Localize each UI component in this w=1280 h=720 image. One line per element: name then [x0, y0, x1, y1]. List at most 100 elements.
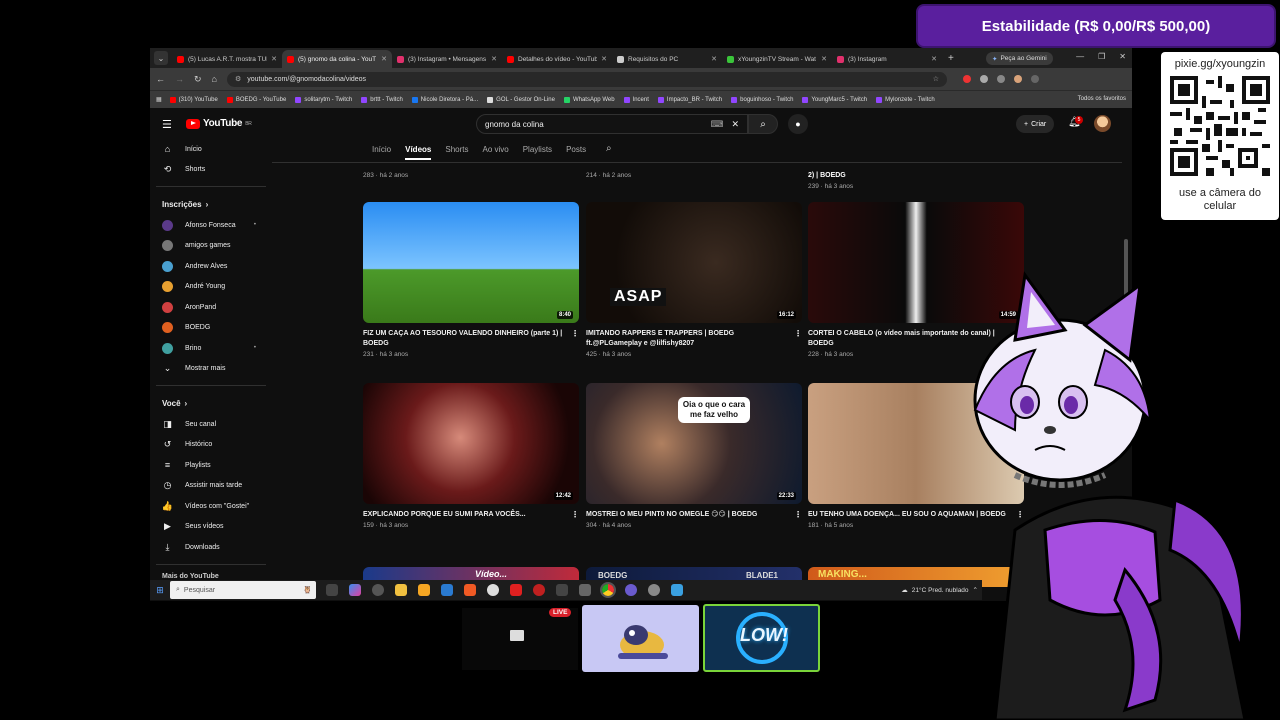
bookmark-item[interactable]: Incent	[623, 96, 649, 103]
url-field[interactable]: ⚙ youtube.com/@gnomodacolina/videos ☆	[226, 71, 947, 87]
mail-icon[interactable]	[441, 584, 453, 596]
search-button[interactable]: ⌕	[748, 114, 778, 134]
more-options-icon[interactable]: ⋮	[794, 510, 802, 520]
subscription-item[interactable]: amigos games	[150, 236, 270, 257]
bookmark-item[interactable]: WhatsApp Web	[563, 96, 615, 103]
channel-search-icon[interactable]: ⌕	[606, 143, 612, 154]
video-card[interactable]: 12:42 EXPLICANDO PORQUE EU SUMI PARA VOCÊ…	[363, 383, 579, 529]
maximize-icon[interactable]: ❐	[1098, 52, 1105, 61]
copilot-icon[interactable]	[349, 584, 361, 596]
video-title[interactable]: IMITANDO RAPPERS E TRAPPERS | BOEDG ft.@…	[586, 329, 788, 349]
sidebar-item-you[interactable]: ⤓ Downloads	[150, 537, 270, 558]
tab-close-icon[interactable]: ✕	[821, 55, 827, 63]
brave-icon[interactable]	[464, 584, 476, 596]
minimize-icon[interactable]: —	[1076, 52, 1084, 61]
browser-tab[interactable]: (5) Lucas A.R.T. mostra TUD ✕	[172, 50, 282, 68]
subscription-item[interactable]: André Young	[150, 277, 270, 298]
create-button[interactable]: + Criar	[1016, 115, 1055, 133]
tab-close-icon[interactable]: ✕	[271, 55, 277, 63]
tab-0[interactable]: Início	[372, 145, 391, 160]
settings-icon[interactable]	[648, 584, 660, 596]
video-title[interactable]: MOSTREI O MEU PINT0 NO OMEGLE 😏😏 | BOEDG	[586, 510, 788, 520]
app-icon[interactable]	[556, 584, 568, 596]
video-title[interactable]: EXPLICANDO PORQUE EU SUMI PARA VOCÊS...	[363, 510, 565, 520]
you-heading[interactable]: Você ›	[150, 392, 270, 414]
browser-tab[interactable]: (3) Instagram • Mensagens ✕	[392, 50, 502, 68]
tab-search-button[interactable]: ⌄	[154, 51, 168, 65]
tab-close-icon[interactable]: ✕	[601, 55, 607, 63]
taskbar-search-input[interactable]: ⌕ Pesquisar 🦉	[170, 581, 316, 599]
menu-icon[interactable]: ☰	[162, 118, 172, 131]
bookmark-item[interactable]: Nicole Diretora - Pá...	[411, 96, 478, 103]
subscription-item[interactable]: BOEDG	[150, 318, 270, 339]
file-explorer-icon[interactable]	[395, 584, 407, 596]
browser-tab[interactable]: (3) Instagram ✕	[832, 50, 942, 68]
tab-1[interactable]: Vídeos	[405, 145, 432, 160]
browser-tab[interactable]: xYoungzinTV Stream - Wat ✕	[722, 50, 832, 68]
profile-icon[interactable]	[1013, 75, 1022, 83]
site-info-icon[interactable]: ⚙	[235, 75, 241, 83]
video-title[interactable]: 2) | BOEDG	[808, 172, 846, 179]
sidebar-item-you[interactable]: ↺ Histórico	[150, 435, 270, 456]
bookmark-item[interactable]: solitarytm - Twitch	[295, 96, 352, 103]
tab-close-icon[interactable]: ✕	[491, 55, 497, 63]
bookmark-item[interactable]: (310) YouTube	[169, 96, 218, 103]
task-view-icon[interactable]	[326, 584, 338, 596]
bookmark-item[interactable]: GOL - Gestor On-Line	[487, 96, 555, 103]
app-icon[interactable]	[579, 584, 591, 596]
store-icon[interactable]	[418, 584, 430, 596]
sidebar-item-you[interactable]: ▶ Seus vídeos	[150, 517, 270, 538]
forward-icon[interactable]: →	[175, 74, 184, 84]
extension-icon[interactable]	[996, 75, 1005, 83]
search-input[interactable]: gnomo da colina ⌨ ✕	[476, 114, 748, 134]
sidebar-item-you[interactable]: ≡ Playlists	[150, 455, 270, 476]
extension-icon[interactable]	[979, 75, 988, 83]
browser-tab[interactable]: Detalhes do vídeo - YouTub ✕	[502, 50, 612, 68]
back-icon[interactable]: ←	[156, 74, 165, 84]
app-icon[interactable]	[372, 584, 384, 596]
tab-close-icon[interactable]: ✕	[931, 55, 937, 63]
subscription-item[interactable]: AronPand	[150, 297, 270, 318]
avatar[interactable]	[1094, 115, 1111, 132]
bookmark-item[interactable]: Impacto_BR - Twitch	[657, 96, 722, 103]
app-icon[interactable]	[625, 584, 637, 596]
app-icon[interactable]	[671, 584, 683, 596]
subscription-item[interactable]: Andrew Alves	[150, 256, 270, 277]
youtube-logo[interactable]: YouTube BR	[186, 118, 252, 129]
bookmark-item[interactable]: BOEDG - YouTube	[226, 96, 286, 103]
all-bookmarks[interactable]: Todos os favoritos	[1078, 96, 1126, 102]
tab-4[interactable]: Playlists	[523, 145, 552, 160]
browser-tab[interactable]: (5) gnomo da colina - YouT ✕	[282, 50, 392, 68]
tab-5[interactable]: Posts	[566, 145, 586, 160]
more-options-icon[interactable]: ⋮	[794, 329, 802, 339]
video-thumbnail[interactable]: Oia o que o cara me faz velho 22:33	[586, 383, 802, 504]
home-icon[interactable]: ⌂	[212, 74, 217, 84]
close-icon[interactable]: ✕	[1119, 52, 1126, 61]
voice-search-button[interactable]: ●	[788, 114, 808, 134]
video-card[interactable]: ASAP 16:12 IMITANDO RAPPERS E TRAPPERS | B…	[586, 202, 802, 358]
sidebar-item-you[interactable]: ◨ Seu canal	[150, 414, 270, 435]
record-icon[interactable]	[533, 584, 545, 596]
gemini-button[interactable]: ✦ Peça ao Gemini	[986, 52, 1053, 65]
bookmark-item[interactable]: YoungMarc5 - Twitch	[802, 96, 867, 103]
subscription-item[interactable]: Afonso Fonseca •	[150, 215, 270, 236]
sidebar-item-shorts[interactable]: ⟲ Shorts	[150, 160, 270, 181]
sidebar-item-início[interactable]: ⌂ Início	[150, 139, 270, 160]
menu-icon[interactable]	[1030, 75, 1039, 83]
tab-2[interactable]: Shorts	[445, 145, 468, 160]
chrome-icon[interactable]	[600, 582, 616, 598]
app-icon[interactable]	[487, 584, 499, 596]
video-thumbnail[interactable]: 12:42	[363, 383, 579, 504]
subscription-item[interactable]: Brino •	[150, 338, 270, 359]
bookmark-item[interactable]: brttt - Twitch	[361, 96, 403, 103]
tab-close-icon[interactable]: ✕	[711, 55, 717, 63]
video-thumbnail[interactable]: 8:40	[363, 202, 579, 323]
clear-search-icon[interactable]: ✕	[731, 119, 739, 130]
youtube-icon[interactable]	[510, 584, 522, 596]
bookmark-star-icon[interactable]: ☆	[933, 75, 939, 83]
video-card[interactable]: Oia o que o cara me faz velho 22:33 MOSTRE…	[586, 383, 802, 529]
bookmark-item[interactable]: Mylonzete - Twitch	[876, 96, 935, 103]
tab-close-icon[interactable]: ✕	[381, 55, 387, 63]
video-thumbnail[interactable]: ASAP 16:12	[586, 202, 802, 323]
tab-3[interactable]: Ao vivo	[482, 145, 508, 160]
